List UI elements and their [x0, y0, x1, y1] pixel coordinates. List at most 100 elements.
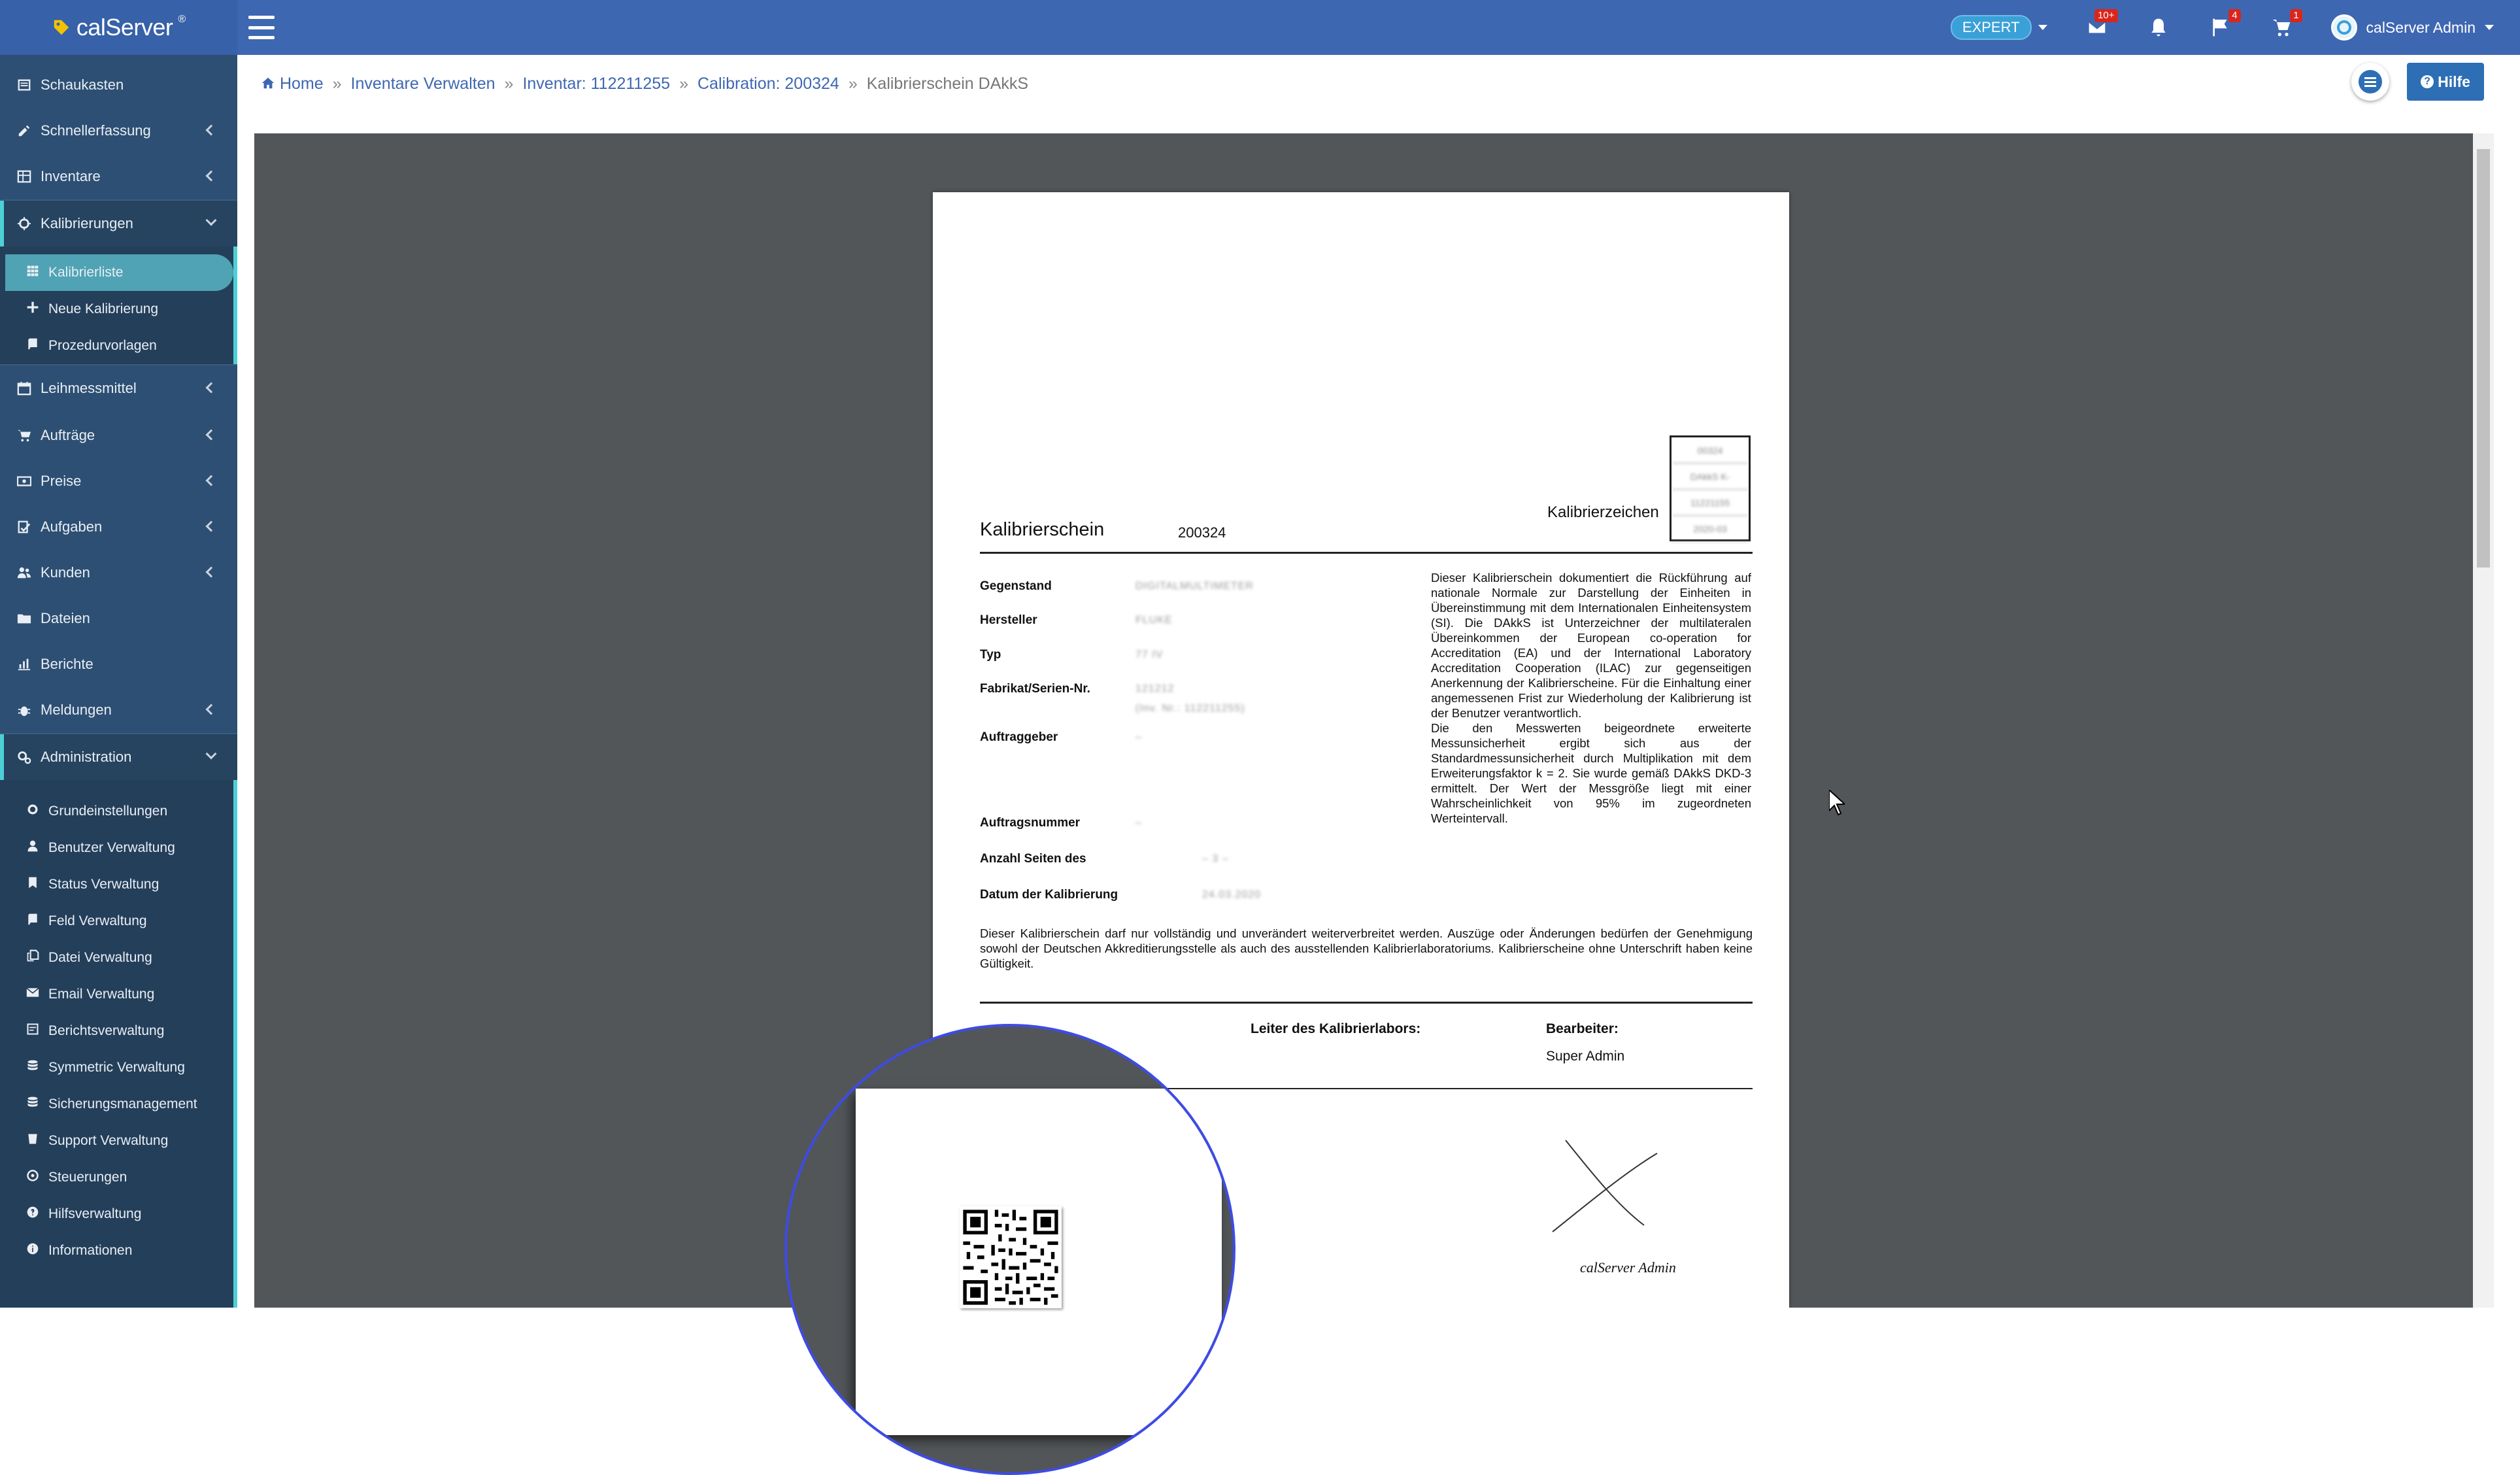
money-icon	[17, 474, 31, 488]
chevron-down-icon	[205, 748, 217, 760]
help-button[interactable]: ? Hilfe	[2407, 63, 2484, 101]
sidebar-item-kalibrierliste[interactable]: Kalibrierliste	[5, 254, 233, 291]
sidebar-item-label: Administration	[41, 749, 132, 765]
kalibrierungen-submenu: Kalibrierliste Neue Kalibrierung Prozedu…	[0, 246, 237, 364]
sidebar-item-auftraege[interactable]: Aufträge	[0, 413, 237, 458]
chart-icon	[17, 657, 31, 671]
sidebar-item-benutzer-verwaltung[interactable]: Benutzer Verwaltung	[0, 830, 233, 866]
database-icon	[26, 1059, 39, 1076]
sidebar-item-label: Symmetric Verwaltung	[48, 1060, 185, 1075]
sidebar-item-meldungen[interactable]: Meldungen	[0, 687, 237, 733]
operator-label: Bearbeiter:	[1546, 1021, 1619, 1036]
flags-button[interactable]: 4	[2208, 9, 2241, 39]
sidebar-item-steuerungen[interactable]: Steuerungen	[0, 1159, 233, 1196]
kz-value: 11221155	[1672, 490, 1749, 516]
sidebar-item-inventare[interactable]: Inventare	[0, 154, 237, 199]
sidebar-item-neue-kalibrierung[interactable]: Neue Kalibrierung	[0, 291, 233, 328]
sidebar-item-symmetric-verwaltung[interactable]: Symmetric Verwaltung	[0, 1049, 233, 1086]
mail-button[interactable]: 10+	[2085, 9, 2118, 39]
folder-icon	[17, 611, 31, 626]
chevron-left-icon	[205, 382, 217, 394]
field-label: Fabrikat/Serien-Nr.	[980, 682, 1090, 696]
list-icon	[2359, 70, 2382, 93]
sidebar-item-leihmessmittel[interactable]: Leihmessmittel	[0, 365, 237, 411]
scrollbar-thumb[interactable]	[2477, 149, 2490, 568]
magnifier-lens	[784, 1024, 1235, 1475]
sidebar-item-grundeinstellungen[interactable]: Grundeinstellungen	[0, 793, 233, 830]
mode-dropdown[interactable]: EXPERT	[1950, 15, 2047, 40]
kz-value: DAkkS K-	[1672, 464, 1749, 490]
envelope-icon	[26, 986, 39, 1003]
breadcrumb-calibration[interactable]: Calibration: 200324	[697, 75, 839, 93]
chevron-left-icon	[205, 124, 217, 136]
sidebar-item-hilfsverwaltung[interactable]: Hilfsverwaltung	[0, 1196, 233, 1232]
breadcrumb-inventar[interactable]: Inventar: 112211255	[522, 75, 670, 93]
sidebar-toggle-button[interactable]	[248, 16, 275, 39]
sidebar-item-kalibrierungen[interactable]: Kalibrierungen	[0, 201, 237, 246]
steering-icon	[26, 1169, 39, 1186]
field-label: Auftragsnummer	[980, 816, 1081, 830]
sidebar-item-status-verwaltung[interactable]: Status Verwaltung	[0, 866, 233, 903]
field-value: –	[1135, 732, 1142, 743]
field-value: 24.03.2020	[1202, 889, 1262, 900]
sidebar-item-label: Kunden	[41, 564, 90, 581]
sidebar-item-berichtsverwaltung[interactable]: Berichtsverwaltung	[0, 1013, 233, 1049]
chevron-down-icon	[2038, 25, 2047, 30]
breadcrumb-inventare-verwalten[interactable]: Inventare Verwalten	[351, 75, 496, 93]
sidebar-item-label: Kalibrierliste	[48, 265, 124, 280]
sidebar-item-support-verwaltung[interactable]: Support Verwaltung	[0, 1123, 233, 1159]
field-label: Datum der Kalibrierung	[980, 888, 1118, 902]
sidebar-item-label: Email Verwaltung	[48, 987, 155, 1002]
list-menu-button[interactable]	[2351, 63, 2389, 101]
cogs-icon	[17, 750, 31, 764]
cart-button[interactable]: 1	[2270, 9, 2302, 39]
help-button-label: Hilfe	[2438, 73, 2470, 90]
user-menu[interactable]: calServer Admin	[2330, 14, 2494, 41]
calibration-mark-box: 00324 DAkkS K- 11221155 2020-03	[1670, 435, 1751, 542]
chevron-left-icon	[205, 520, 217, 532]
sidebar-item-informationen[interactable]: Informationen	[0, 1232, 233, 1269]
sidebar-item-dateien[interactable]: Dateien	[0, 596, 237, 641]
field-label: Anzahl Seiten des	[980, 852, 1086, 866]
expert-badge: EXPERT	[1950, 15, 2032, 40]
tag-icon	[54, 20, 69, 35]
breadcrumb-separator: »	[504, 75, 514, 93]
sidebar-item-administration[interactable]: Administration	[0, 734, 237, 780]
sidebar-item-label: Support Verwaltung	[48, 1133, 169, 1148]
database-icon	[26, 1096, 39, 1113]
sidebar-item-sicherungsmanagement[interactable]: Sicherungsmanagement	[0, 1086, 233, 1123]
question-circle-icon: ?	[2421, 75, 2434, 88]
pdf-viewer[interactable]: 00324 DAkkS K- 11221155 2020-03 Kalibrie…	[254, 133, 2494, 1308]
sidebar-item-schnellerfassung[interactable]: Schnellerfassung	[0, 108, 237, 154]
sidebar-item-prozedurvorlagen[interactable]: Prozedurvorlagen	[0, 328, 233, 364]
kz-value: 2020-03	[1672, 516, 1749, 542]
sidebar-item-kunden[interactable]: Kunden	[0, 550, 237, 596]
sidebar-item-schaukasten[interactable]: Schaukasten	[0, 62, 237, 108]
app-logo[interactable]: calServer ®	[0, 0, 237, 55]
document-number: 200324	[1178, 524, 1226, 541]
grid-icon	[26, 264, 39, 281]
viewer-scrollbar[interactable]	[2473, 133, 2494, 1308]
mail-count-badge: 10+	[2094, 9, 2118, 22]
sidebar-item-label: Schaukasten	[41, 76, 124, 93]
sidebar-item-label: Prozedurvorlagen	[48, 338, 157, 353]
field-label: Hersteller	[980, 613, 1037, 627]
user-icon	[26, 839, 39, 856]
breadcrumb-home[interactable]: Home	[261, 75, 324, 93]
sidebar-item-datei-verwaltung[interactable]: Datei Verwaltung	[0, 940, 233, 976]
cart-icon	[17, 428, 31, 443]
sidebar-item-aufgaben[interactable]: Aufgaben	[0, 504, 237, 550]
chevron-left-icon	[205, 170, 217, 182]
bell-icon	[2151, 18, 2166, 37]
chevron-left-icon	[205, 475, 217, 486]
sidebar-item-label: Hilfsverwaltung	[48, 1206, 142, 1221]
sidebar-item-label: Preise	[41, 473, 82, 489]
notifications-button[interactable]	[2147, 16, 2170, 39]
sidebar-item-email-verwaltung[interactable]: Email Verwaltung	[0, 976, 233, 1013]
top-bar-right: EXPERT 10+ 4 1 calServer Admin	[1950, 0, 2494, 55]
sidebar-item-feld-verwaltung[interactable]: Feld Verwaltung	[0, 903, 233, 940]
breadcrumb-separator: »	[848, 75, 858, 93]
sidebar-item-berichte[interactable]: Berichte	[0, 641, 237, 687]
sidebar-item-preise[interactable]: Preise	[0, 458, 237, 504]
tasks-icon	[17, 520, 31, 534]
